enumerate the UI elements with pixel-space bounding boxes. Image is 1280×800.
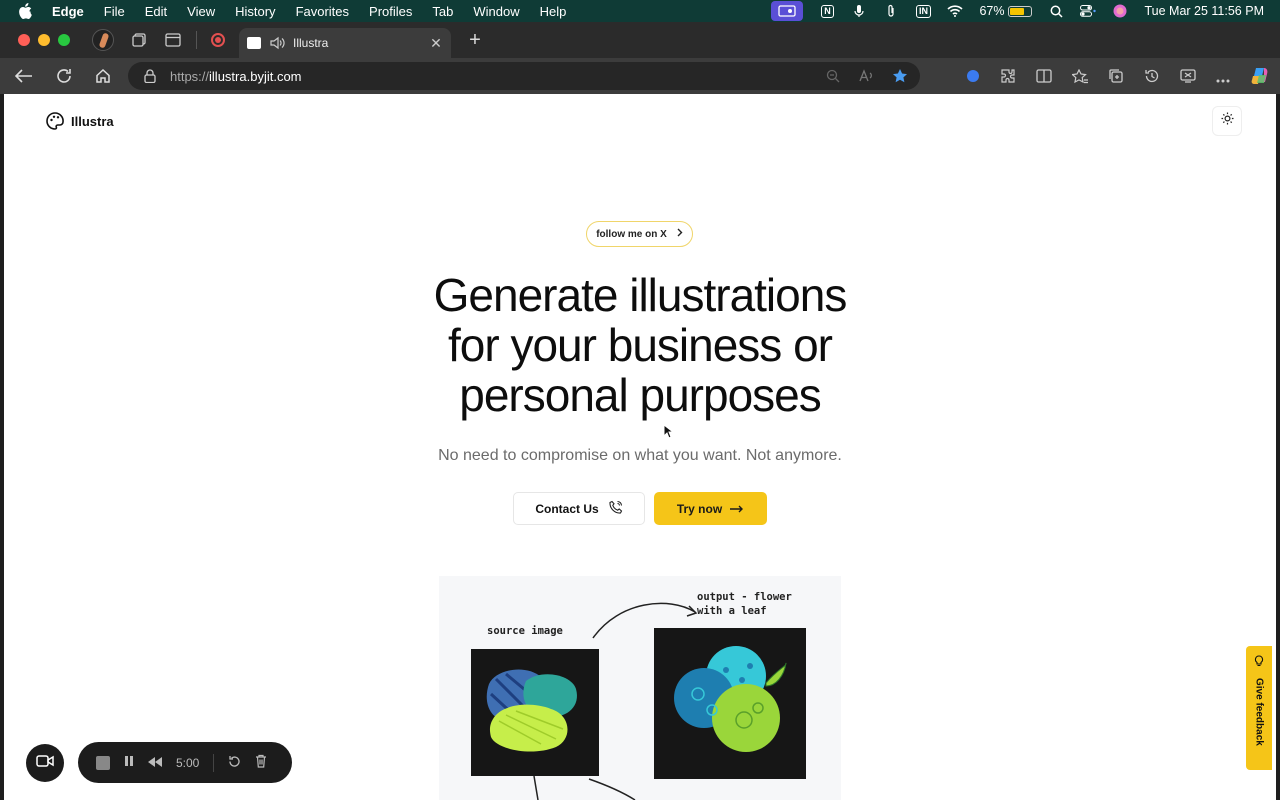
- chevron-right-icon: [677, 228, 683, 240]
- paperclip-icon[interactable]: [883, 4, 899, 18]
- wifi-icon[interactable]: [947, 4, 964, 18]
- collections-icon[interactable]: [1108, 68, 1124, 89]
- minimize-window-button[interactable]: [38, 34, 50, 46]
- browser-toolbar: https://illustra.byjit.com: [0, 58, 1280, 94]
- give-feedback-label: Give feedback: [1253, 678, 1265, 746]
- vertical-tabs-icon[interactable]: [164, 31, 182, 49]
- favorites-icon[interactable]: [1071, 68, 1088, 89]
- microphone-icon[interactable]: [851, 4, 867, 18]
- contact-us-label: Contact Us: [535, 501, 599, 516]
- menu-history[interactable]: History: [235, 4, 275, 19]
- history-icon[interactable]: [1144, 68, 1160, 89]
- menu-favorites[interactable]: Favorites: [296, 4, 349, 19]
- siri-icon[interactable]: [1112, 4, 1128, 18]
- home-icon[interactable]: [93, 66, 113, 86]
- close-tab-icon[interactable]: ✕: [429, 35, 443, 51]
- recorder-controls: 5:00: [78, 742, 292, 783]
- trash-icon[interactable]: [255, 754, 267, 771]
- sun-icon: [1221, 112, 1234, 130]
- source-image: [471, 649, 599, 776]
- pause-icon[interactable]: [124, 755, 134, 770]
- address-bar[interactable]: https://illustra.byjit.com: [128, 62, 920, 90]
- copilot-dot-icon[interactable]: [966, 69, 980, 88]
- hero-headline: Generate illustrations for your business…: [340, 270, 940, 420]
- apple-menu-icon[interactable]: [18, 3, 32, 19]
- brand-name: Illustra: [71, 113, 114, 129]
- contact-us-button[interactable]: Contact Us: [513, 492, 645, 525]
- screenshot-icon[interactable]: [1180, 69, 1196, 88]
- mouse-cursor-icon: [663, 423, 675, 444]
- favorite-star-icon[interactable]: [892, 68, 908, 88]
- url-text[interactable]: https://illustra.byjit.com: [170, 69, 302, 84]
- split-screen-icon[interactable]: [1036, 69, 1052, 88]
- stop-recording-button[interactable]: [96, 755, 110, 770]
- notion-icon[interactable]: N: [819, 4, 835, 18]
- recording-indicator-icon[interactable]: [211, 33, 225, 47]
- favicon-icon: [247, 37, 261, 49]
- try-now-label: Try now: [676, 501, 723, 516]
- arrow-right-icon: [730, 502, 744, 516]
- screen-share-icon[interactable]: [771, 1, 804, 21]
- menu-profiles[interactable]: Profiles: [369, 4, 412, 19]
- battery-icon: [1008, 5, 1033, 17]
- phone-icon: [609, 500, 623, 517]
- control-center-icon[interactable]: [1080, 4, 1097, 18]
- headline-line-1: Generate illustrations: [433, 269, 848, 321]
- recording-timer: 5:00: [176, 755, 200, 770]
- follow-label: follow me on X: [596, 228, 667, 240]
- palette-logo-icon: [45, 111, 65, 131]
- recorder-camera-button[interactable]: [26, 744, 64, 782]
- battery-percent: 67%: [979, 4, 1005, 18]
- zoom-icon[interactable]: [826, 69, 840, 88]
- tab-separator: [196, 31, 197, 49]
- tab-title: Illustra: [293, 36, 329, 50]
- menu-edit[interactable]: Edit: [145, 4, 167, 19]
- zoom-window-button[interactable]: [58, 34, 70, 46]
- headline-line-2: for your business or: [448, 319, 833, 371]
- window-controls: [18, 34, 70, 46]
- menubar-clock[interactable]: Tue Mar 25 11:56 PM: [1144, 4, 1264, 18]
- more-options-icon[interactable]: [1216, 70, 1230, 88]
- menu-help[interactable]: Help: [540, 4, 567, 19]
- speaker-icon[interactable]: [269, 36, 285, 50]
- tab-illustra[interactable]: Illustra ✕: [239, 28, 451, 58]
- extensions-icon[interactable]: [1000, 68, 1016, 89]
- spotlight-search-icon[interactable]: [1048, 4, 1064, 18]
- give-feedback-tab[interactable]: Give feedback: [1246, 646, 1272, 770]
- restart-icon[interactable]: [228, 755, 241, 771]
- demo-illustration: source image output - flower with a leaf: [439, 576, 841, 800]
- hero-subheadline: No need to compromise on what you want. …: [438, 447, 842, 464]
- headline-line-3: personal purposes: [459, 369, 821, 421]
- new-tab-button[interactable]: +: [465, 29, 485, 52]
- menu-window[interactable]: Window: [473, 4, 519, 19]
- follow-on-x-link[interactable]: follow me on X: [586, 221, 693, 247]
- lock-icon[interactable]: [144, 69, 158, 84]
- video-camera-icon: [36, 754, 54, 772]
- close-window-button[interactable]: [18, 34, 30, 46]
- recorder-divider: [213, 753, 215, 772]
- menu-file[interactable]: File: [104, 4, 125, 19]
- input-source-icon[interactable]: IN: [915, 4, 931, 18]
- workspaces-icon[interactable]: [130, 31, 148, 49]
- try-now-button[interactable]: Try now: [654, 492, 767, 525]
- web-page: Illustra follow me on X Generate illustr…: [4, 94, 1276, 800]
- macos-menu-bar: Edge File Edit View History Favorites Pr…: [0, 0, 1280, 22]
- back-arrow-icon[interactable]: [14, 66, 34, 86]
- browser-tab-strip: Illustra ✕ +: [0, 22, 1280, 58]
- menu-tab[interactable]: Tab: [432, 4, 453, 19]
- brand[interactable]: Illustra: [45, 111, 114, 131]
- menu-app-name[interactable]: Edge: [52, 4, 84, 19]
- lightbulb-icon: [1254, 654, 1264, 672]
- menu-view[interactable]: View: [187, 4, 215, 19]
- refresh-icon[interactable]: [54, 66, 74, 86]
- output-image: [654, 628, 806, 779]
- profile-avatar[interactable]: [92, 29, 114, 51]
- rewind-icon[interactable]: [148, 756, 162, 770]
- battery-status[interactable]: 67%: [979, 4, 1033, 18]
- copilot-icon[interactable]: [1250, 66, 1270, 91]
- theme-toggle-button[interactable]: [1212, 106, 1242, 136]
- read-aloud-icon[interactable]: [858, 68, 874, 88]
